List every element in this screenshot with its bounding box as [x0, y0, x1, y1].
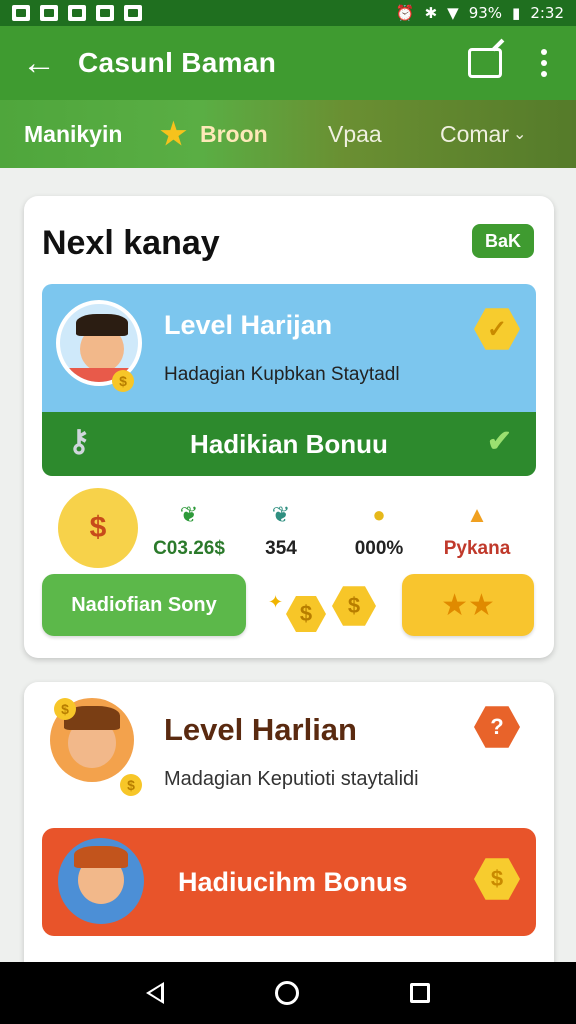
coin-icon: $: [286, 596, 326, 632]
bonus-button[interactable]: Hadiucihm Bonus $: [42, 828, 536, 936]
daily-level-card: Nexl kanay BaK $ Level Harijan Hadagian …: [24, 196, 554, 658]
stars-button[interactable]: ★ ★: [402, 574, 534, 636]
level-card: $ $ Level Harlian Madagian Keputioti sta…: [24, 682, 554, 982]
edit-icon: [468, 48, 502, 78]
notification-icon: [40, 5, 58, 21]
notification-icon: [68, 5, 86, 21]
wifi-icon: ▼: [447, 4, 459, 22]
more-vert-icon: [541, 49, 547, 55]
system-nav-bar: [0, 962, 576, 1024]
notification-icons: [12, 5, 142, 21]
stat-item: ● 000%: [334, 500, 424, 560]
chest-icon: ▲: [466, 502, 488, 527]
level-title: Level Harlian: [164, 712, 357, 747]
coin-icon: $: [112, 370, 134, 392]
system-icons: ⏰ ✱ ▼ 93% ▮ 2:32: [396, 4, 564, 22]
notification-icon: [124, 5, 142, 21]
bonus-label: Hadikian Bonuu: [190, 428, 388, 459]
arrow-left-icon: ←: [22, 43, 56, 82]
notification-icon: [12, 5, 30, 21]
back-button[interactable]: ←: [0, 26, 78, 100]
level-subtitle: Hadagian Kupbkan Staytadl: [164, 364, 400, 385]
stat-value: 354: [265, 538, 297, 559]
key-icon: ⚷: [68, 425, 90, 458]
star-icon: ★: [468, 588, 495, 622]
app-bar: ← Casunl Baman: [0, 26, 576, 100]
leaf-icon: ❦: [179, 502, 199, 527]
star-icon: ★: [160, 117, 187, 151]
nav-back-icon[interactable]: [145, 982, 164, 1004]
star-icon: ★: [441, 588, 468, 622]
chevron-down-icon: ⌄: [513, 126, 527, 143]
tab-vpaa[interactable]: Vpaa: [312, 100, 430, 168]
stat-value: C03.26$: [153, 538, 225, 559]
leaf-icon: ❦: [271, 502, 291, 527]
battery-percent: 93%: [468, 4, 503, 22]
tab-strip: Manikyin ★ Broon Vpaa Comar ⌄: [0, 100, 576, 168]
level-panel: $ Level Harijan Hadagian Kupbkan Staytad…: [42, 284, 536, 412]
stat-value: 000%: [354, 538, 404, 559]
sparkle-icon: ✦: [268, 592, 284, 612]
bonus-button[interactable]: ⚷ Hadikian Bonuu ✔: [42, 412, 536, 476]
bonus-label: Hadiucihm Bonus: [178, 866, 408, 897]
notification-icon: [96, 5, 114, 21]
coin-icon: $: [54, 698, 76, 720]
stat-item: ❦ 354: [236, 500, 326, 560]
coin-icon: $: [474, 858, 520, 900]
edit-button[interactable]: [460, 38, 510, 88]
help-badge-icon: ?: [474, 706, 520, 748]
stat-item: ❦ C03.26$: [144, 500, 234, 560]
stat-value: Pykana: [443, 538, 511, 559]
green-action-button[interactable]: Nadiofian Sony: [42, 574, 246, 636]
wallet-icon: $: [58, 488, 138, 568]
check-icon: ✔: [486, 425, 512, 458]
app-actions: [460, 38, 576, 88]
battery-icon: ▮: [512, 4, 521, 22]
level-subtitle: Madagian Keputioti staytalidi: [164, 768, 419, 790]
nav-home-icon[interactable]: [274, 981, 299, 1005]
stat-item: ▲ Pykana: [432, 500, 522, 560]
coin-icon: ●: [372, 502, 386, 527]
status-time: 2:32: [530, 4, 564, 22]
tab-comar-label: Comar: [440, 120, 510, 147]
back-pill-button[interactable]: BaK: [472, 224, 534, 258]
card-title: Nexl kanay: [42, 224, 220, 262]
check-badge-icon: ✓: [474, 308, 520, 350]
alarm-icon: ⏰: [395, 4, 415, 22]
tab-manikyin[interactable]: Manikyin: [0, 100, 160, 168]
nav-recents-icon[interactable]: [410, 983, 431, 1003]
status-bar: ⏰ ✱ ▼ 93% ▮ 2:32: [0, 0, 576, 26]
bluetooth-icon: ✱: [424, 4, 438, 22]
coin-icon: $: [332, 586, 376, 626]
level-title: Level Harijan: [164, 310, 333, 340]
more-options-button[interactable]: [524, 38, 564, 88]
avatar: [58, 838, 144, 924]
tab-comar[interactable]: Comar ⌄: [430, 100, 526, 168]
coin-icon: $: [120, 774, 142, 796]
tab-broon[interactable]: Broon: [200, 100, 312, 168]
app-title: Casunl Baman: [78, 47, 277, 78]
